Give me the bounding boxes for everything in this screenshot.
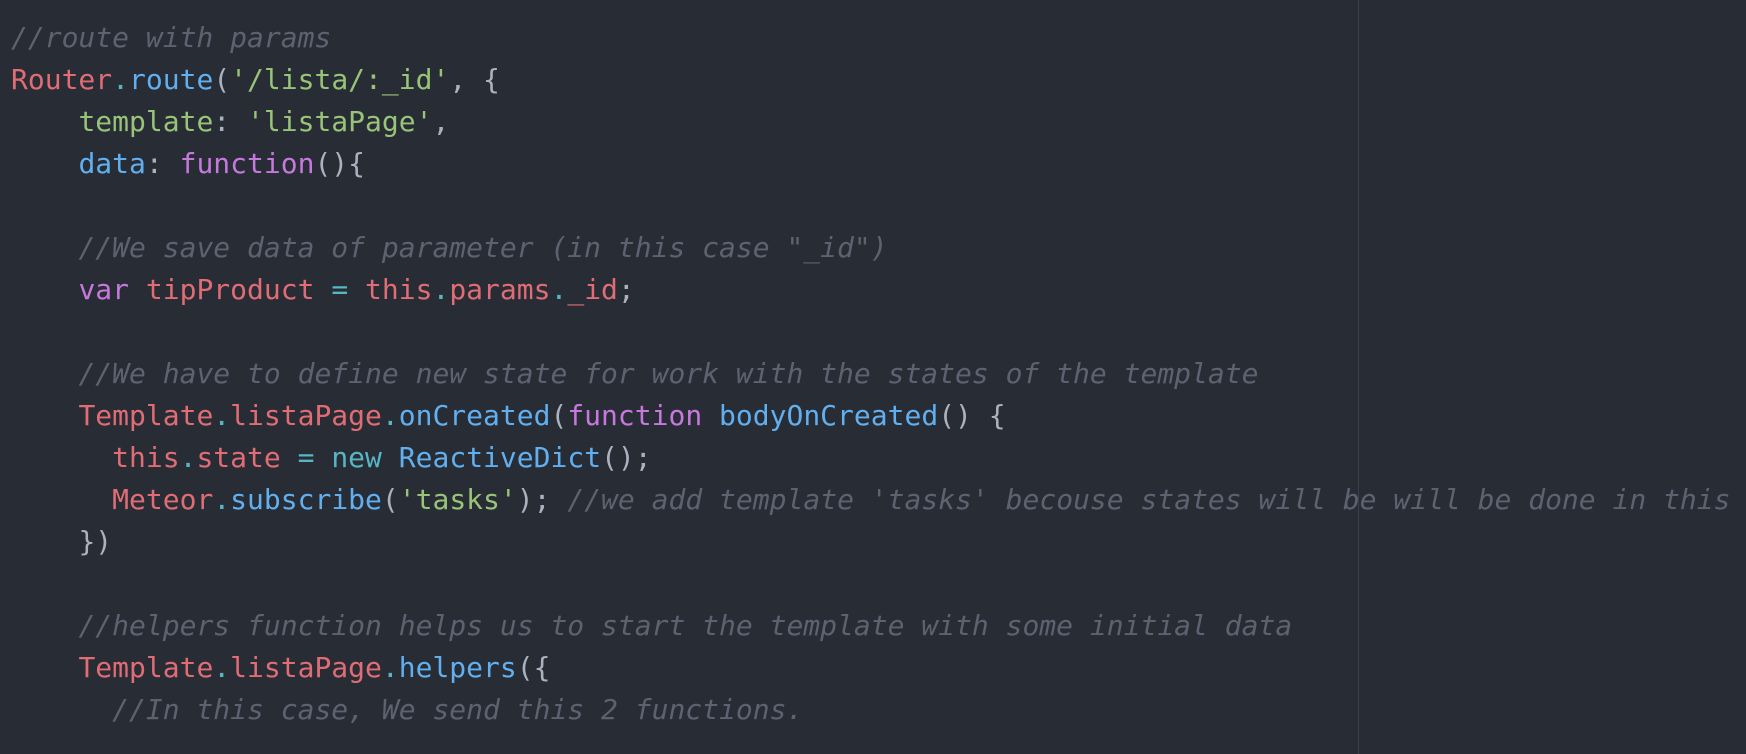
variable-token: listaPage [230, 651, 382, 684]
code-line[interactable]: data: function(){ [11, 143, 1731, 185]
variable-token: this [112, 441, 180, 474]
punctuation-token: ({ [516, 651, 551, 684]
variable-token: tipProduct [145, 273, 315, 306]
operator-token: . [179, 441, 197, 474]
punctuation-token: ); [516, 483, 568, 516]
variable-token: this [365, 273, 433, 306]
keyword-token: var [78, 273, 130, 306]
variable-token: params [449, 273, 551, 306]
keyword-token: function [567, 399, 703, 432]
punctuation-token: (); [601, 441, 652, 474]
code-line[interactable]: Template.listaPage.helpers({ [11, 647, 1731, 689]
code-line[interactable]: Template.listaPage.onCreated(function bo… [11, 395, 1731, 437]
code-line[interactable]: template: 'listaPage', [11, 101, 1731, 143]
code-editor[interactable]: //route with params Router.route('/lista/… [0, 0, 1746, 754]
operator-token: new [331, 441, 382, 474]
operator-token: . [112, 63, 130, 96]
function-token: ReactiveDict [398, 441, 602, 474]
function-token: onCreated [398, 399, 551, 432]
punctuation-token: ; [617, 273, 635, 306]
string-token: '/lista/:_id' [230, 63, 450, 96]
variable-token: state [196, 441, 281, 474]
punctuation-token: (){ [314, 147, 366, 180]
punctuation-token: }) [78, 525, 113, 558]
punctuation-token: : [213, 105, 248, 138]
code-line[interactable]: //We have to define new state for work w… [11, 353, 1731, 395]
function-token: subscribe [230, 483, 382, 516]
function-token: route [129, 63, 214, 96]
code-line[interactable]: var tipProduct = this.params._id; [11, 269, 1731, 311]
comment-token: //We have to define new state for work w… [78, 357, 1259, 390]
punctuation-token: ( [213, 63, 231, 96]
keyword-token: function [179, 147, 315, 180]
code-line[interactable]: this.state = new ReactiveDict(); [11, 437, 1731, 479]
code-line[interactable]: }) [11, 521, 1731, 563]
comment-token: //In this case, We send this 2 functions… [112, 693, 804, 726]
code-line[interactable]: Router.route('/lista/:_id', { [11, 59, 1731, 101]
string-token: 'tasks' [398, 483, 517, 516]
variable-token: Meteor [112, 483, 214, 516]
comment-token: //route with params [11, 21, 332, 54]
function-token: bodyOnCreated [719, 399, 939, 432]
code-line[interactable]: //helpers function helps us to start the… [11, 605, 1731, 647]
punctuation-token: () { [938, 399, 1006, 432]
comment-token: //we add template 'tasks' becouse states… [567, 483, 1731, 516]
property-token: template [78, 105, 214, 138]
operator-token: . [213, 399, 231, 432]
operator-token: . [213, 483, 231, 516]
punctuation-token: ( [381, 483, 399, 516]
comment-token: //helpers function helps us to start the… [78, 609, 1293, 642]
variable-token: _id [567, 273, 618, 306]
code-line[interactable] [11, 185, 1731, 227]
variable-token: listaPage [230, 399, 382, 432]
comment-token: //We save data of parameter (in this cas… [78, 231, 888, 264]
operator-token: = [297, 441, 315, 474]
code-line[interactable] [11, 311, 1731, 353]
punctuation-token: , { [449, 63, 500, 96]
code-line[interactable]: //route with params [11, 17, 1731, 59]
code-line[interactable]: //In this case, We send this 2 functions… [11, 689, 1731, 731]
code-line[interactable] [11, 563, 1731, 605]
code-content[interactable]: //route with params Router.route('/lista/… [11, 17, 1731, 731]
operator-token: . [432, 273, 450, 306]
variable-token: Template [78, 399, 214, 432]
operator-token: . [213, 651, 231, 684]
code-line[interactable]: //We save data of parameter (in this cas… [11, 227, 1731, 269]
punctuation-token: , [432, 105, 450, 138]
punctuation-token: ( [550, 399, 568, 432]
key-token: data [78, 147, 146, 180]
string-token: 'listaPage' [247, 105, 433, 138]
operator-token: . [381, 651, 399, 684]
code-line[interactable]: Meteor.subscribe('tasks'); //we add temp… [11, 479, 1731, 521]
operator-token: . [550, 273, 568, 306]
variable-token: Template [78, 651, 214, 684]
punctuation-token: : [145, 147, 180, 180]
operator-token: = [331, 273, 349, 306]
variable-token: Router [11, 63, 113, 96]
function-token: helpers [398, 651, 517, 684]
operator-token: . [381, 399, 399, 432]
